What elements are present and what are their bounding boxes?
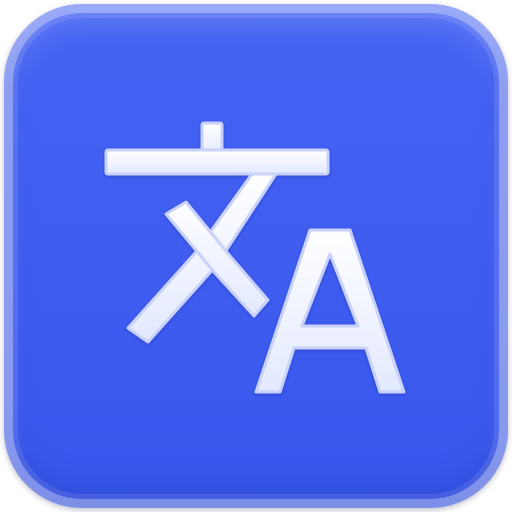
letter-a-glyph — [254, 228, 406, 394]
translate-icon — [104, 121, 406, 394]
icon-canvas: 文 A — [0, 0, 512, 512]
translate-app-icon[interactable]: 文 A — [4, 4, 508, 508]
